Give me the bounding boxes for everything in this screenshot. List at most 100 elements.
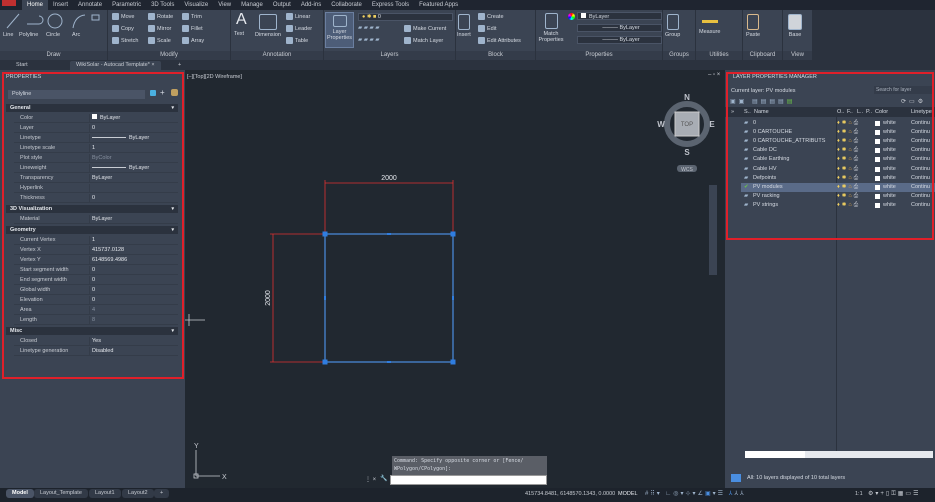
tab-home[interactable]: Home bbox=[22, 0, 49, 10]
command-input[interactable] bbox=[390, 475, 547, 485]
layer-state-icons[interactable]: ♦✱⌂⎙ bbox=[837, 165, 860, 174]
properties-ribbon-panel-title[interactable]: Properties bbox=[536, 51, 662, 60]
draw-panel-title[interactable]: Draw bbox=[0, 51, 107, 60]
layer-name[interactable]: PV strings bbox=[753, 201, 778, 210]
match-layer-button[interactable]: Match Layer bbox=[404, 37, 443, 44]
layer-state-icons[interactable]: ♦✱⌂⎙ bbox=[837, 174, 860, 183]
property-row[interactable]: Length 8 bbox=[14, 316, 178, 325]
property-value[interactable]: Disabled bbox=[92, 347, 113, 356]
property-row[interactable]: Start segment width 0 bbox=[14, 266, 178, 275]
layer-row[interactable]: ▰ Cable DC ♦✱⌂⎙ white Continu bbox=[741, 146, 935, 155]
layer-name[interactable]: Cable Earthing bbox=[753, 155, 789, 164]
edit-block-button[interactable]: Edit bbox=[478, 25, 496, 32]
property-row[interactable]: Transparency ByLayer bbox=[14, 174, 178, 183]
layer-linetype[interactable]: Continu bbox=[911, 119, 930, 128]
property-row[interactable]: End segment width 0 bbox=[14, 276, 178, 285]
layer-state-icons[interactable]: ♦✱⌂⎙ bbox=[837, 128, 860, 137]
property-value[interactable]: 0 bbox=[92, 276, 95, 285]
quick-select-icon[interactable] bbox=[150, 90, 156, 96]
layer-state-icons[interactable]: ♦✱⌂⎙ bbox=[837, 183, 860, 192]
layer-color[interactable]: white bbox=[883, 201, 896, 210]
dimension-button[interactable]: Dimension bbox=[255, 14, 281, 38]
layer-state-icons[interactable]: ♦✱⌂⎙ bbox=[837, 155, 860, 164]
leader-button[interactable]: Leader bbox=[286, 25, 312, 32]
layer-color-swatch[interactable] bbox=[875, 121, 880, 126]
layer-row[interactable]: ▰ 0 CARTOUCHE ♦✱⌂⎙ white Continu bbox=[741, 128, 935, 137]
tab-featured-apps[interactable]: Featured Apps bbox=[414, 0, 463, 10]
horizontal-scrollbar[interactable] bbox=[745, 451, 933, 458]
layer-linetype[interactable]: Continu bbox=[911, 201, 930, 210]
property-row[interactable]: Elevation 0 bbox=[14, 296, 178, 305]
layer-tools-icons[interactable]: ▰ ▰ ▰ ▰ bbox=[358, 25, 408, 33]
layer-color-swatch[interactable] bbox=[875, 184, 880, 190]
layer-color-swatch[interactable] bbox=[875, 130, 880, 136]
match-properties-button[interactable]: Match Properties bbox=[537, 13, 565, 43]
layer-color[interactable]: white bbox=[883, 119, 896, 128]
layer-state-icons[interactable]: ♦✱⌂⎙ bbox=[837, 137, 860, 146]
scale-button[interactable]: Scale bbox=[148, 37, 171, 44]
layer-row[interactable]: ▰ Defpoints ♦✱⌂⎙ white Continu bbox=[741, 174, 935, 183]
layer-linetype[interactable]: Continu bbox=[911, 155, 930, 164]
header-linetype[interactable]: Linetype bbox=[911, 107, 932, 117]
tab-visualize[interactable]: Visualize bbox=[179, 0, 213, 10]
property-row[interactable]: Closed Yes bbox=[14, 337, 178, 346]
dimension-horizontal[interactable]: 2000 bbox=[324, 175, 454, 234]
command-close-icon[interactable]: ⋮ × bbox=[365, 476, 376, 483]
property-value[interactable]: 0 bbox=[92, 194, 95, 203]
property-value[interactable]: ByLayer bbox=[92, 164, 149, 173]
layer-name[interactable]: PV modules bbox=[753, 183, 783, 192]
layer-color-swatch[interactable] bbox=[875, 166, 880, 172]
annotation-scale[interactable]: 1:1 bbox=[855, 491, 863, 497]
layer-dropdown[interactable]: ● ✱ ■ 0 bbox=[358, 13, 453, 21]
layer-color-swatch[interactable] bbox=[875, 148, 880, 154]
create-block-button[interactable]: Create bbox=[478, 13, 504, 20]
trim-button[interactable]: Trim bbox=[182, 13, 202, 20]
select-objects-icon[interactable] bbox=[171, 89, 178, 96]
make-current-button[interactable]: Make Current bbox=[404, 25, 446, 32]
tab-annotate[interactable]: Annotate bbox=[73, 0, 107, 10]
layer-row[interactable]: ▰ Cable HV ♦✱⌂⎙ white Continu bbox=[741, 165, 935, 174]
search-layer-input[interactable]: Search for layer bbox=[874, 86, 932, 94]
view-panel-title[interactable]: View bbox=[783, 51, 812, 60]
insert-button[interactable]: Insert bbox=[457, 14, 471, 38]
layer-linetype[interactable]: Continu bbox=[911, 183, 930, 192]
property-row[interactable]: Lineweight ByLayer bbox=[14, 164, 178, 173]
property-value[interactable]: Yes bbox=[92, 337, 101, 346]
layer-color[interactable]: white bbox=[883, 146, 896, 155]
layer-toolbar-icons[interactable]: ▣▣ ▤▤▤▤▤ bbox=[730, 98, 795, 105]
property-value[interactable]: 6148569.4986 bbox=[92, 256, 127, 265]
new-tab-button[interactable]: + bbox=[172, 61, 187, 70]
dimension-vertical[interactable]: 2000 bbox=[265, 233, 325, 363]
layer-name[interactable]: PV racking bbox=[753, 192, 780, 201]
layer-color-swatch[interactable] bbox=[875, 193, 880, 199]
section-viz[interactable]: 3D Visualization bbox=[6, 205, 178, 213]
polyline-button[interactable]: Polyline bbox=[19, 32, 38, 38]
property-value[interactable]: ByColor bbox=[92, 154, 112, 163]
header-name[interactable]: Name bbox=[754, 107, 769, 117]
add-icon[interactable]: + bbox=[160, 88, 165, 97]
layer-settings-icons[interactable]: ⟳▭⚙ bbox=[901, 98, 926, 105]
close-tab-icon[interactable]: × bbox=[151, 62, 154, 68]
add-layout-button[interactable]: + bbox=[154, 489, 170, 498]
fillet-button[interactable]: Fillet bbox=[182, 25, 203, 32]
layers-panel-title[interactable]: Layers bbox=[324, 51, 455, 60]
array-button[interactable]: Array bbox=[182, 37, 204, 44]
edit-attributes-button[interactable]: Edit Attributes bbox=[478, 37, 521, 44]
measure-button[interactable]: Measure bbox=[699, 16, 720, 35]
move-button[interactable]: Move bbox=[112, 13, 134, 20]
model-space-button[interactable]: MODEL bbox=[618, 491, 638, 497]
header-plot[interactable]: P.. bbox=[866, 107, 872, 117]
layer-color[interactable]: white bbox=[883, 128, 896, 137]
header-lock[interactable]: L.. bbox=[857, 107, 863, 117]
tab-add-ins[interactable]: Add-ins bbox=[296, 0, 326, 10]
layer-linetype[interactable]: Continu bbox=[911, 137, 930, 146]
section-general[interactable]: General bbox=[6, 104, 178, 112]
property-row[interactable]: Linetype generation Disabled bbox=[14, 347, 178, 356]
layer-properties-button[interactable]: Layer Properties bbox=[325, 12, 354, 48]
layer-row[interactable]: ▰ Cable Earthing ♦✱⌂⎙ white Continu bbox=[741, 155, 935, 164]
layout-tab-layout1[interactable]: Layout1 bbox=[89, 489, 121, 498]
tab-parametric[interactable]: Parametric bbox=[107, 0, 146, 10]
circle-button[interactable]: Circle bbox=[46, 32, 60, 38]
layer-color-swatch[interactable] bbox=[875, 157, 880, 163]
layer-name[interactable]: 0 bbox=[753, 119, 756, 128]
